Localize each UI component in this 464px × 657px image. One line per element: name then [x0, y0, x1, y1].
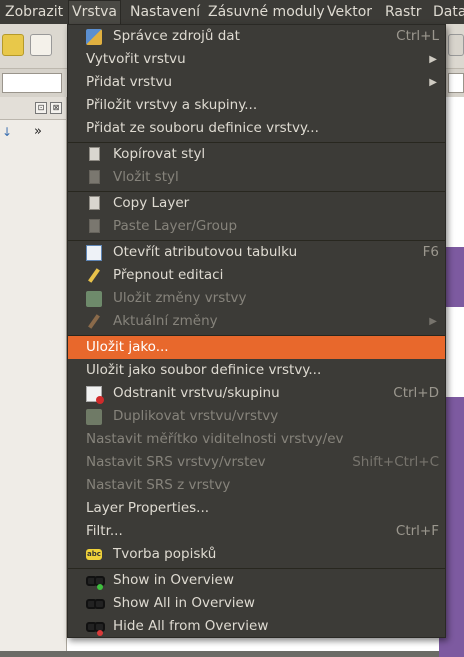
menu-item-label: Show All in Overview — [113, 595, 255, 611]
duplicate-layer-icon — [86, 409, 102, 425]
copy-icon — [89, 196, 100, 210]
menu-item-show-in-overview[interactable]: Show in Overview — [68, 569, 445, 592]
more-icon[interactable]: » — [34, 124, 42, 139]
menu-item-label: Copy Layer — [113, 195, 190, 211]
menu-item-filter[interactable]: Filtr... Ctrl+F — [68, 520, 445, 543]
menu-zasuvne-moduly[interactable]: Zásuvné moduly — [205, 0, 328, 24]
submenu-arrow-icon: ▶ — [429, 316, 437, 327]
menu-item-label: Přiložit vrstvy a skupiny... — [86, 97, 258, 113]
menu-item-label: Layer Properties... — [86, 500, 210, 516]
menu-item-label: Uložit změny vrstvy — [113, 290, 247, 306]
toolbar-icon[interactable] — [448, 34, 464, 56]
combo-box-right[interactable] — [448, 73, 464, 93]
menu-item-label: Přidat vrstvu — [86, 74, 173, 90]
menu-item-label: Duplikovat vrstvu/vrstvy — [113, 408, 279, 424]
menu-vrstva[interactable]: Vrstva — [68, 0, 121, 25]
shortcut: Ctrl+D — [393, 385, 439, 401]
abc-label-icon: abc — [86, 549, 102, 560]
menu-item-label: Nastavit SRS z vrstvy — [86, 477, 231, 493]
menu-item-create-layer[interactable]: Vytvořit vrstvu ▶ — [68, 48, 445, 71]
menu-item-label: Filtr... — [86, 523, 123, 539]
new-project-icon[interactable] — [2, 34, 24, 56]
save-edits-icon — [86, 291, 102, 307]
menu-item-set-scale-visibility: Nastavit měřítko viditelnosti vrstvy/ev — [68, 428, 445, 451]
menu-item-label: Přidat ze souboru definice vrstvy... — [86, 120, 319, 136]
menu-vektor[interactable]: Vektor — [324, 0, 375, 24]
menu-item-label: Nastavit měřítko viditelnosti vrstvy/ev — [86, 431, 344, 447]
menu-item-save-as-definition[interactable]: Uložit jako soubor definice vrstvy... — [68, 359, 445, 382]
remove-badge-icon — [97, 630, 103, 636]
menu-item-copy-layer[interactable]: Copy Layer — [68, 192, 445, 215]
layer-menu: Správce zdrojů dat Ctrl+L Vytvořit vrstv… — [67, 24, 446, 638]
menu-item-label: Vložit styl — [113, 169, 179, 185]
menu-item-add-from-definition[interactable]: Přidat ze souboru definice vrstvy... — [68, 117, 445, 140]
glasses-icon — [86, 599, 105, 609]
menubar: Zobrazit Vrstva Nastavení Zásuvné moduly… — [0, 0, 464, 25]
menu-item-save-as[interactable]: Uložit jako... — [68, 336, 445, 359]
menu-item-label: Nastavit SRS vrstvy/vrstev — [86, 454, 266, 470]
submenu-arrow-icon: ▶ — [429, 77, 437, 88]
menu-item-label: Hide All from Overview — [113, 618, 269, 634]
menu-nastaveni[interactable]: Nastavení — [127, 0, 203, 24]
paste-icon — [89, 219, 100, 233]
shortcut: F6 — [422, 244, 439, 260]
menu-item-layer-properties[interactable]: Layer Properties... — [68, 497, 445, 520]
menu-item-label: Uložit jako soubor definice vrstvy... — [86, 362, 322, 378]
menu-item-label: Uložit jako... — [86, 339, 169, 355]
menu-zobrazit[interactable]: Zobrazit — [2, 0, 66, 24]
arrow-icon[interactable]: ↓ — [2, 125, 12, 139]
paste-icon — [89, 170, 100, 184]
panel-header: ⊡ ⊠ — [0, 97, 66, 120]
data-source-manager-icon — [86, 29, 102, 45]
menu-item-label: Odstranit vrstvu/skupinu — [113, 385, 280, 401]
plus-badge-icon — [97, 584, 103, 590]
menu-item-duplicate-layer: Duplikovat vrstvu/vrstvy — [68, 405, 445, 428]
menu-item-label: Kopírovat styl — [113, 146, 206, 162]
menu-item-open-attribute-table[interactable]: Otevřít atributovou tabulku F6 — [68, 241, 445, 264]
edit-icon[interactable] — [30, 34, 52, 56]
menu-item-label: Show in Overview — [113, 572, 234, 588]
layers-panel: ⊡ ⊠ ↓ » — [0, 97, 67, 651]
close-icon[interactable]: ⊠ — [50, 102, 62, 114]
menu-item-set-project-crs-from-layer: Nastavit SRS z vrstvy — [68, 474, 445, 497]
menu-item-set-layer-crs: Nastavit SRS vrstvy/vrstev Shift+Ctrl+C — [68, 451, 445, 474]
submenu-arrow-icon: ▶ — [429, 54, 437, 65]
menu-item-label: Správce zdrojů dat — [113, 28, 240, 44]
menu-item-toggle-editing[interactable]: Přepnout editaci — [68, 264, 445, 287]
menu-item-hide-all-from-overview[interactable]: Hide All from Overview — [68, 615, 445, 638]
menu-item-label: Paste Layer/Group — [113, 218, 238, 234]
menu-item-save-layer-edits: Uložit změny vrstvy — [68, 287, 445, 310]
pencil-icon — [88, 268, 100, 283]
menu-item-embed-layers[interactable]: Přiložit vrstvy a skupiny... — [68, 94, 445, 117]
menu-item-show-all-in-overview[interactable]: Show All in Overview — [68, 592, 445, 615]
menu-item-paste-layer: Paste Layer/Group — [68, 215, 445, 238]
menu-item-label: Tvorba popisků — [113, 546, 217, 562]
combo-box[interactable] — [2, 73, 62, 93]
shortcut: Shift+Ctrl+C — [352, 454, 439, 470]
menu-item-data-source-manager[interactable]: Správce zdrojů dat Ctrl+L — [68, 25, 445, 48]
menu-item-copy-style[interactable]: Kopírovat styl — [68, 143, 445, 166]
menu-item-label: Otevřít atributovou tabulku — [113, 244, 298, 260]
menu-item-label: Vytvořit vrstvu — [86, 51, 186, 67]
menu-data[interactable]: Data — [430, 0, 464, 24]
menu-item-add-layer[interactable]: Přidat vrstvu ▶ — [68, 71, 445, 94]
remove-layer-icon — [86, 386, 104, 404]
menu-item-current-edits: Aktuální změny ▶ — [68, 310, 445, 333]
menu-item-paste-style: Vložit styl — [68, 166, 445, 189]
menu-rastr[interactable]: Rastr — [382, 0, 425, 24]
shortcut: Ctrl+L — [396, 28, 439, 44]
table-icon — [86, 245, 102, 261]
menu-item-label: Přepnout editaci — [113, 267, 224, 283]
menu-item-remove-layer[interactable]: Odstranit vrstvu/skupinu Ctrl+D — [68, 382, 445, 405]
menu-item-label: Aktuální změny — [113, 313, 218, 329]
copy-icon — [89, 147, 100, 161]
current-edits-icon — [88, 314, 100, 329]
shortcut: Ctrl+F — [395, 523, 439, 539]
menu-item-labeling[interactable]: abc Tvorba popisků — [68, 543, 445, 566]
float-icon[interactable]: ⊡ — [35, 102, 47, 114]
